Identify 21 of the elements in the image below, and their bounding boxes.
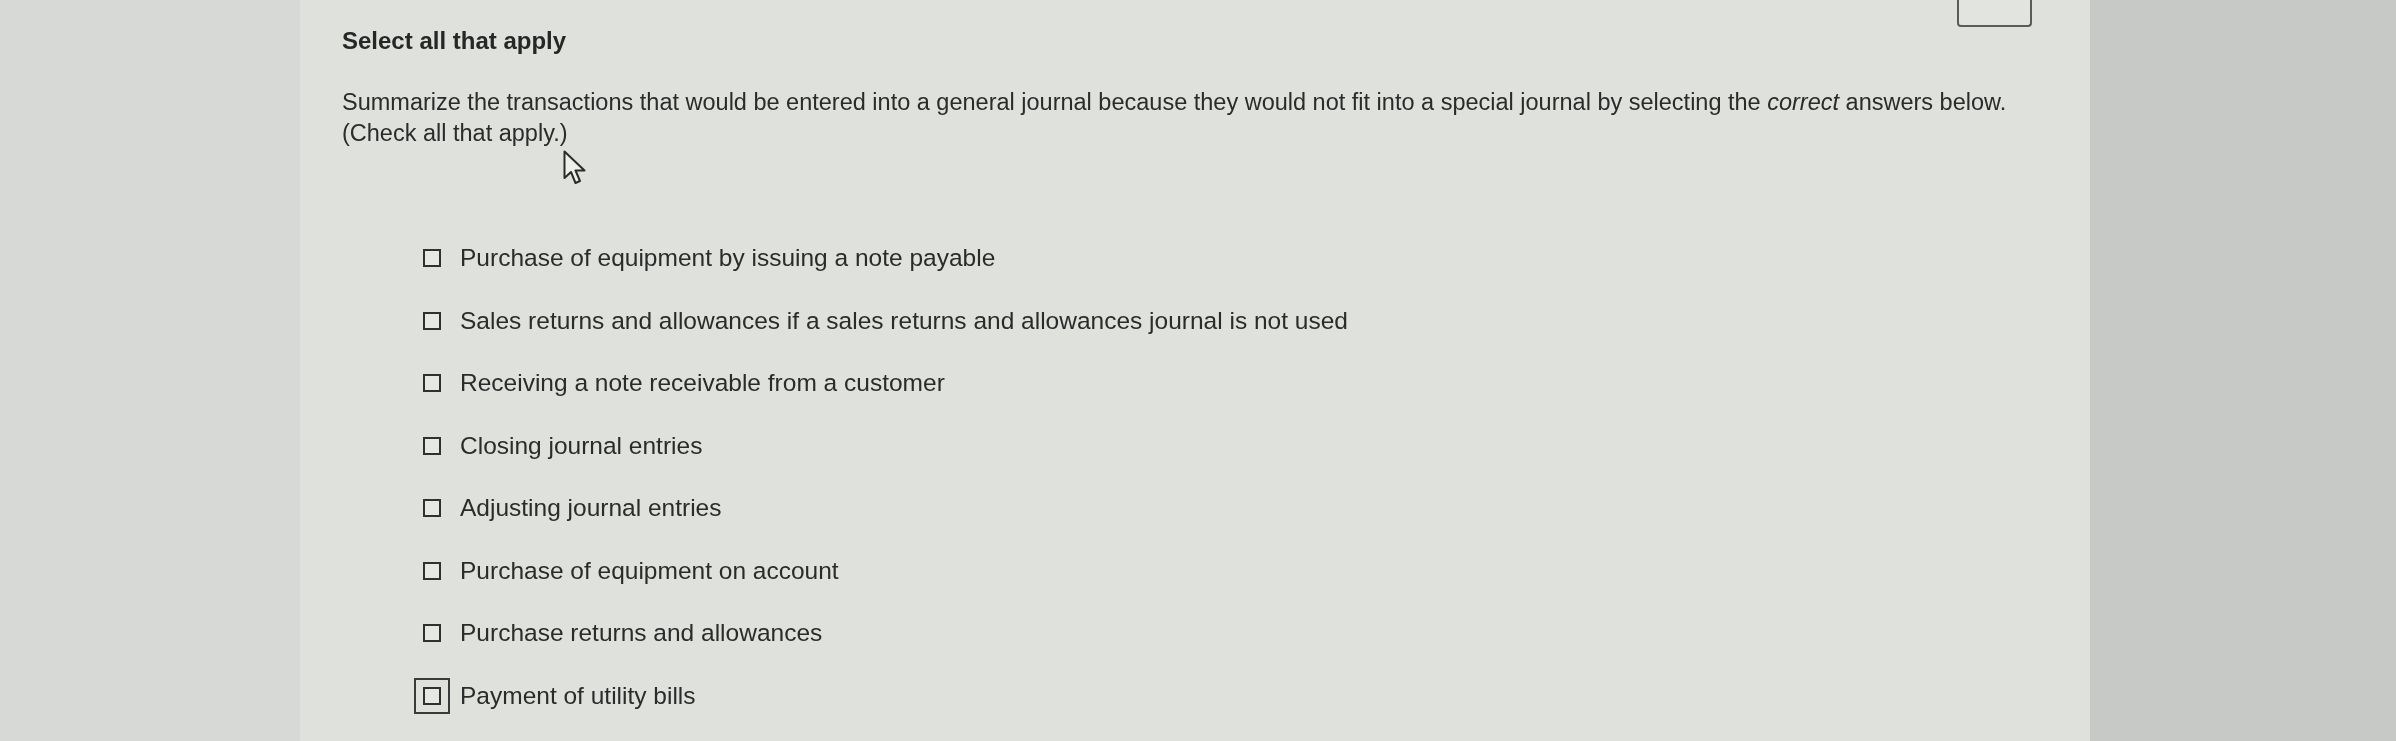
checkbox[interactable] xyxy=(423,561,441,580)
checkbox[interactable] xyxy=(423,624,441,643)
checkbox[interactable] xyxy=(423,499,441,518)
checkbox[interactable] xyxy=(423,436,441,455)
partial-button[interactable] xyxy=(1957,0,2032,27)
option-label[interactable]: Purchase of equipment on account xyxy=(460,555,839,586)
option-label[interactable]: Payment of utility bills xyxy=(460,680,696,711)
option-label[interactable]: Purchase returns and allowances xyxy=(460,618,823,649)
question-heading: Select all that apply xyxy=(342,26,567,56)
checkbox[interactable] xyxy=(423,374,441,393)
cursor-icon xyxy=(563,150,587,186)
question-text: Summarize the transactions that would be entered into a general journal because they would not fit into a special journal by selecting the correct answers below. xyxy=(342,88,2008,117)
checkbox[interactable] xyxy=(423,686,441,705)
option-label[interactable]: Receiving a note receivable from a customer xyxy=(460,368,945,399)
checkbox[interactable] xyxy=(423,311,441,330)
option-label[interactable]: Purchase of equipment by issuing a note payable xyxy=(460,243,996,274)
option-label[interactable]: Adjusting journal entries xyxy=(460,493,722,524)
option-label[interactable]: Closing journal entries xyxy=(460,430,703,461)
checkbox[interactable] xyxy=(423,249,441,268)
instruction-text: (Check all that apply.) xyxy=(342,119,569,148)
option-label[interactable]: Sales returns and allowances if a sales returns and allowances journal is not used xyxy=(460,305,1348,336)
